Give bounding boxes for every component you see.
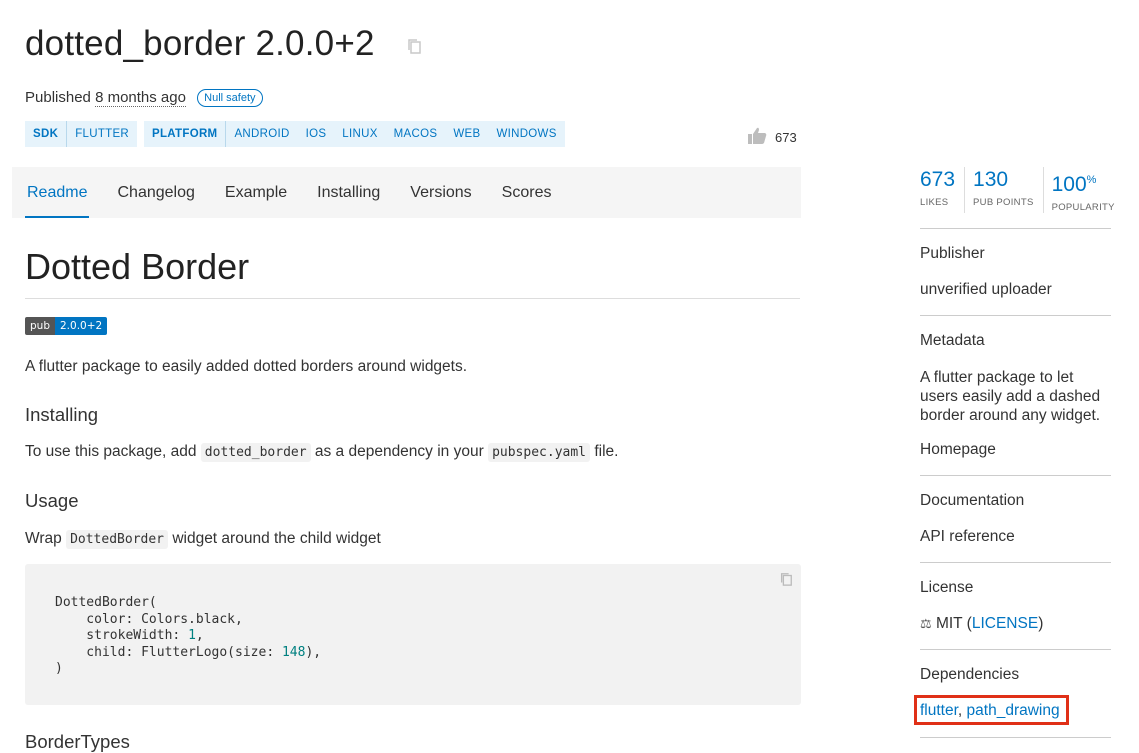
usage-text-2: widget around the child widget bbox=[172, 530, 381, 547]
likes-value: 673 bbox=[920, 168, 956, 191]
scale-icon: ⚖ bbox=[920, 616, 932, 631]
tag-sdk-head[interactable]: SDK bbox=[25, 121, 68, 147]
thumbs-up-icon bbox=[748, 127, 767, 147]
like-button[interactable]: 673 bbox=[748, 127, 797, 147]
tab-scores[interactable]: Scores bbox=[487, 167, 567, 218]
sidebar-divider bbox=[920, 475, 1111, 476]
usage-heading: Usage bbox=[25, 490, 79, 511]
license-value: ⚖ MIT (LICENSE) bbox=[920, 615, 1043, 633]
pub-points-label: PUB POINTS bbox=[973, 197, 1034, 208]
license-name: MIT ( bbox=[935, 615, 972, 632]
bordertypes-heading: BorderTypes bbox=[25, 731, 130, 752]
copy-icon[interactable] bbox=[406, 38, 422, 54]
pub-version-badge[interactable]: pub 2.0.0+2 bbox=[25, 317, 108, 335]
pub-points-value: 130 bbox=[973, 168, 1009, 191]
pub-badge-label: pub bbox=[25, 317, 55, 335]
inline-code-package: dotted_border bbox=[200, 443, 311, 462]
sidebar-divider bbox=[920, 315, 1111, 316]
tag-flutter[interactable]: FLUTTER bbox=[67, 121, 137, 147]
license-link[interactable]: LICENSE bbox=[972, 615, 1038, 632]
documentation-heading: Documentation bbox=[920, 492, 1025, 509]
usage-text-1: Wrap bbox=[25, 530, 62, 547]
inline-code-widget: DottedBorder bbox=[66, 530, 168, 549]
installing-heading: Installing bbox=[25, 404, 99, 425]
tab-example[interactable]: Example bbox=[210, 167, 302, 218]
api-reference-link[interactable]: API reference bbox=[920, 528, 1015, 546]
metadata-description: A flutter package to let users easily ad… bbox=[920, 369, 1101, 424]
publisher-value: unverified uploader bbox=[920, 281, 1052, 298]
tag-windows[interactable]: WINDOWS bbox=[488, 121, 564, 147]
highlight-box bbox=[914, 695, 1069, 725]
published-label: Published bbox=[25, 89, 91, 106]
usage-text: Wrap DottedBorder widget around the chil… bbox=[25, 530, 381, 549]
tab-installing[interactable]: Installing bbox=[302, 167, 395, 218]
sdk-tags: SDK FLUTTER bbox=[25, 121, 138, 147]
metadata-heading: Metadata bbox=[920, 332, 985, 349]
dependencies-heading: Dependencies bbox=[920, 666, 1020, 683]
stat-pub-points[interactable]: 130 PUB POINTS bbox=[973, 167, 1044, 213]
tag-ios[interactable]: IOS bbox=[298, 121, 335, 147]
license-close: ) bbox=[1038, 615, 1044, 632]
platform-tags: PLATFORM ANDROID IOS LINUX MACOS WEB WIN… bbox=[144, 121, 565, 147]
published-date: 8 months ago bbox=[95, 89, 186, 107]
install-text-1: To use this package, add bbox=[25, 443, 197, 460]
tab-versions[interactable]: Versions bbox=[395, 167, 486, 218]
tab-bar: Readme Changelog Example Installing Vers… bbox=[12, 167, 801, 218]
published-line: Published 8 months ago Null safety bbox=[25, 89, 263, 108]
divider bbox=[25, 298, 800, 299]
package-title: dotted_border 2.0.0+2 bbox=[25, 24, 375, 63]
tab-readme[interactable]: Readme bbox=[12, 167, 102, 218]
intro-text: A flutter package to easily added dotted… bbox=[25, 358, 468, 375]
tag-android[interactable]: ANDROID bbox=[226, 121, 297, 147]
code-block: DottedBorder( color: Colors.black, strok… bbox=[25, 564, 801, 705]
null-safety-badge[interactable]: Null safety bbox=[197, 89, 263, 107]
copy-code-icon[interactable] bbox=[779, 572, 793, 586]
sidebar-divider bbox=[920, 649, 1111, 650]
stat-popularity[interactable]: 100% POPULARITY bbox=[1052, 167, 1124, 213]
popularity-label: POPULARITY bbox=[1051, 202, 1115, 213]
tag-web[interactable]: WEB bbox=[445, 121, 488, 147]
likes-label: LIKES bbox=[920, 197, 949, 208]
percent-sign: % bbox=[1086, 174, 1097, 186]
tag-platform-head[interactable]: PLATFORM bbox=[144, 121, 227, 147]
sidebar-divider bbox=[920, 562, 1111, 563]
readme-title: Dotted Border bbox=[25, 246, 250, 287]
pub-badge-version: 2.0.0+2 bbox=[55, 317, 108, 335]
license-heading: License bbox=[920, 579, 974, 596]
sidebar-divider bbox=[920, 737, 1111, 738]
homepage-link[interactable]: Homepage bbox=[920, 441, 996, 459]
score-stats: 673 LIKES 130 PUB POINTS 100% POPULARITY bbox=[920, 167, 1132, 213]
likes-count: 673 bbox=[775, 129, 797, 145]
installing-text: To use this package, add dotted_border a… bbox=[25, 443, 619, 462]
code-content: DottedBorder( color: Colors.black, strok… bbox=[55, 595, 322, 676]
tab-changelog[interactable]: Changelog bbox=[102, 167, 209, 218]
install-text-3: file. bbox=[594, 443, 619, 460]
tag-macos[interactable]: MACOS bbox=[386, 121, 446, 147]
stat-likes[interactable]: 673 LIKES bbox=[920, 167, 966, 213]
inline-code-pubspec: pubspec.yaml bbox=[488, 443, 590, 462]
install-text-2: as a dependency in your bbox=[314, 443, 484, 460]
publisher-heading: Publisher bbox=[920, 245, 985, 262]
popularity-value: 100 bbox=[1051, 173, 1087, 196]
tag-linux[interactable]: LINUX bbox=[334, 121, 385, 147]
sidebar-divider bbox=[920, 228, 1111, 229]
